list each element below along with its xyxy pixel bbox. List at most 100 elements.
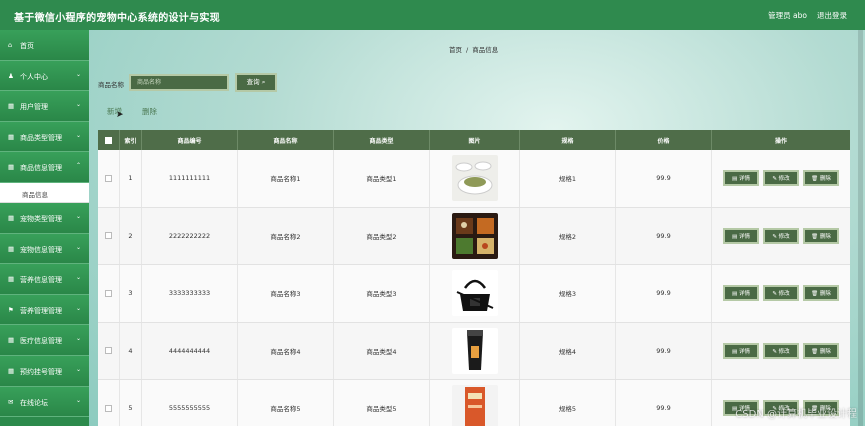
column-header: 规格 bbox=[520, 130, 616, 150]
row-checkbox[interactable] bbox=[105, 174, 112, 182]
product-image bbox=[451, 385, 498, 426]
code-cell: 3333333333 bbox=[142, 265, 238, 322]
image-cell bbox=[430, 380, 520, 426]
breadcrumb: 首页 / 商品信息 bbox=[449, 44, 498, 54]
index-cell: 2 bbox=[120, 207, 142, 264]
chevron-down-icon: ⌄ bbox=[75, 304, 81, 312]
sidebar-item-forum[interactable]: ✉ 在线论坛 ⌄ bbox=[0, 386, 89, 418]
chevron-down-icon: ⌄ bbox=[75, 131, 81, 139]
detail-button[interactable]: ▤ 详情 bbox=[723, 342, 759, 359]
search-button[interactable]: 查询 ⌕ bbox=[235, 73, 277, 92]
spec-cell: 规格2 bbox=[520, 207, 616, 264]
sidebar-item-pet-type[interactable]: ▦ 宠物类型管理 ⌄ bbox=[0, 202, 89, 234]
column-header: 索引 bbox=[120, 130, 142, 150]
code-cell: 4444444444 bbox=[142, 322, 238, 379]
row-checkbox[interactable] bbox=[105, 404, 112, 412]
row-checkbox[interactable] bbox=[105, 289, 112, 297]
edit-button[interactable]: ✎ 修改 bbox=[763, 227, 799, 244]
edit-button[interactable]: ✎ 修改 bbox=[763, 285, 799, 302]
column-header: 价格 bbox=[616, 130, 712, 150]
sidebar-item-label: 宠物类型管理 bbox=[20, 214, 62, 223]
chevron-down-icon: ⌄ bbox=[75, 212, 81, 220]
sidebar-item-home[interactable]: ⌂ 首页 bbox=[0, 30, 89, 61]
code-cell: 5555555555 bbox=[142, 380, 238, 426]
sidebar-item-label: 营养信息管理 bbox=[20, 276, 62, 285]
table-row: 1 1111111111 商品名称1 商品类型1 规格1 99.9 ▤ 详情 ✎… bbox=[98, 150, 850, 208]
sidebar-item-nutrition-info[interactable]: ▦ 营养信息管理 ⌄ bbox=[0, 264, 89, 295]
grid-icon: ▦ bbox=[8, 132, 15, 141]
sidebar-item-label: 首页 bbox=[20, 42, 34, 50]
name-cell: 商品名称2 bbox=[238, 207, 334, 264]
image-cell bbox=[430, 150, 520, 207]
breadcrumb-current: 商品信息 bbox=[472, 46, 499, 54]
chevron-down-icon: ⌄ bbox=[75, 274, 81, 282]
sidebar-item-product-type[interactable]: ▦ 商品类型管理 ⌄ bbox=[0, 121, 89, 153]
code-cell: 1111111111 bbox=[142, 150, 238, 207]
spec-cell: 规格4 bbox=[520, 322, 616, 379]
type-cell: 商品类型4 bbox=[334, 322, 430, 379]
select-all-checkbox[interactable] bbox=[105, 136, 112, 144]
grid-icon: ▦ bbox=[8, 336, 15, 345]
index-cell: 3 bbox=[120, 265, 142, 322]
sidebar-item-users[interactable]: ▦ 用户管理 ⌄ bbox=[0, 91, 89, 122]
grid-icon: ▦ bbox=[8, 275, 15, 284]
table-row: 4 4444444444 商品名称4 商品类型4 规格4 99.9 ▤ 详情 ✎… bbox=[98, 322, 850, 380]
logout-link[interactable]: 退出登录 bbox=[817, 10, 847, 21]
delete-button[interactable]: 删除 bbox=[142, 106, 157, 117]
row-delete-button[interactable]: 🗑 删除 bbox=[803, 285, 839, 302]
index-cell: 5 bbox=[120, 380, 142, 426]
sidebar-item-appointment[interactable]: ▦ 预约挂号管理 ⌄ bbox=[0, 355, 89, 387]
grid-icon: ▦ bbox=[8, 213, 15, 222]
price-cell: 99.9 bbox=[616, 265, 712, 322]
admin-label[interactable]: 管理员 abo bbox=[768, 10, 807, 21]
breadcrumb-home[interactable]: 首页 bbox=[449, 46, 462, 54]
row-select-cell bbox=[98, 265, 120, 322]
sidebar: ⌂ 首页 ♟ 个人中心 ⌄ ▦ 用户管理 ⌄ ▦ 商品类型管理 ⌄ ▦ 商品信息管理 ⌃ 商品信息… bbox=[0, 30, 89, 426]
detail-button[interactable]: ▤ 详情 bbox=[723, 227, 759, 244]
sidebar-item-medical[interactable]: ▦ 医疗信息管理 ⌄ bbox=[0, 325, 89, 356]
chevron-down-icon: ⌄ bbox=[75, 365, 81, 373]
detail-button[interactable]: ▤ 详情 bbox=[723, 285, 759, 302]
chevron-down-icon: ⌄ bbox=[75, 101, 81, 109]
row-checkbox[interactable] bbox=[105, 232, 112, 240]
sidebar-item-label: 营养管理管理 bbox=[20, 306, 62, 315]
row-checkbox[interactable] bbox=[105, 347, 112, 355]
edit-button[interactable]: ✎ 修改 bbox=[763, 170, 799, 187]
name-cell: 商品名称1 bbox=[238, 150, 334, 207]
table-header: 索引 商品编号 商品名称 商品类型 图片 规格 价格 操作 bbox=[98, 130, 850, 150]
search-input[interactable] bbox=[129, 74, 229, 91]
sidebar-item-product-info[interactable]: ▦ 商品信息管理 ⌃ bbox=[0, 152, 89, 183]
spec-cell: 规格5 bbox=[520, 380, 616, 426]
flag-icon: ⚑ bbox=[8, 305, 14, 314]
main-content: 首页/商品信息 商品名称 查询 ⌕ 新增 删除 ➤ 索引 商品编号 商品名称 商… bbox=[89, 30, 865, 426]
grid-icon: ▦ bbox=[8, 163, 15, 172]
sidebar-item-nutrition-mgmt[interactable]: ⚑ 营养管理管理 ⌄ bbox=[0, 294, 89, 326]
row-delete-button[interactable]: 🗑 删除 bbox=[803, 227, 839, 244]
scrollbar[interactable] bbox=[858, 30, 863, 426]
top-header: 基于微信小程序的宠物中心系统的设计与实现 管理员 abo 退出登录 bbox=[0, 0, 865, 30]
type-cell: 商品类型3 bbox=[334, 265, 430, 322]
chat-icon: ✉ bbox=[8, 397, 14, 406]
sidebar-item-pet-info[interactable]: ▦ 宠物信息管理 ⌄ bbox=[0, 233, 89, 265]
user-icon: ♟ bbox=[8, 71, 14, 80]
row-delete-button[interactable]: 🗑 删除 bbox=[803, 170, 839, 187]
type-cell: 商品类型2 bbox=[334, 207, 430, 264]
name-cell: 商品名称3 bbox=[238, 265, 334, 322]
sidebar-item-label: 预约挂号管理 bbox=[20, 367, 62, 376]
row-delete-button[interactable]: 🗑 删除 bbox=[803, 342, 839, 359]
spec-cell: 规格3 bbox=[520, 265, 616, 322]
breadcrumb-separator: / bbox=[466, 46, 469, 54]
type-cell: 商品类型1 bbox=[334, 150, 430, 207]
select-all-cell bbox=[98, 130, 120, 150]
chevron-down-icon: ⌄ bbox=[75, 70, 81, 78]
home-icon: ⌂ bbox=[8, 41, 13, 49]
edit-button[interactable]: ✎ 修改 bbox=[763, 342, 799, 359]
grid-icon: ▦ bbox=[8, 244, 15, 253]
sidebar-subitem-product-info[interactable]: 商品信息 bbox=[0, 182, 89, 203]
sidebar-item-personal[interactable]: ♟ 个人中心 ⌄ bbox=[0, 60, 89, 92]
sidebar-item-label: 商品信息管理 bbox=[20, 164, 62, 173]
search-label: 商品名称 bbox=[98, 81, 124, 89]
price-cell: 99.9 bbox=[616, 322, 712, 379]
product-image bbox=[451, 212, 498, 259]
detail-button[interactable]: ▤ 详情 bbox=[723, 170, 759, 187]
